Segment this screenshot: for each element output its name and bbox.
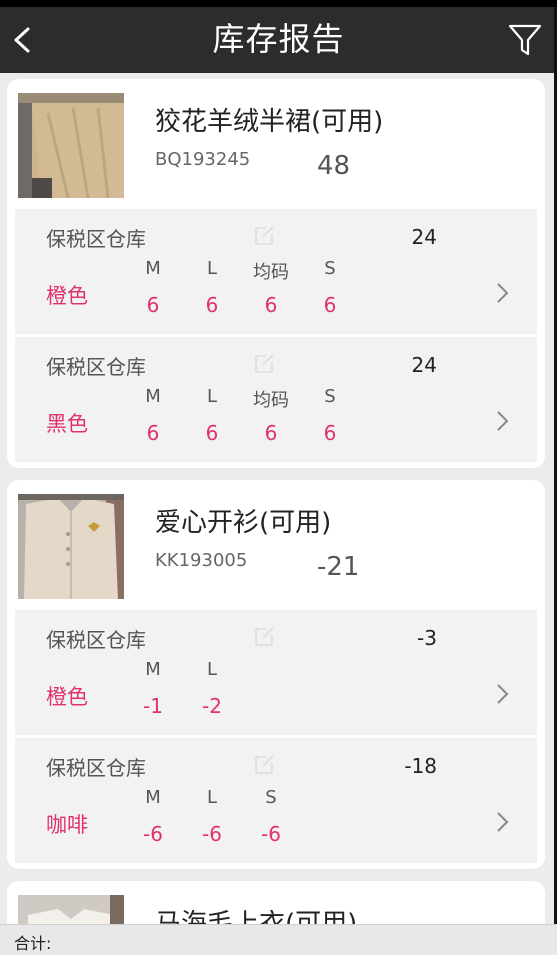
chevron-right-icon[interactable] (495, 810, 509, 834)
edit-icon[interactable] (253, 624, 277, 648)
size-qty: 6 (146, 293, 160, 317)
warehouse-name: 保税区仓库 (46, 756, 146, 780)
warehouse-total: -18 (404, 754, 437, 778)
size-label: 均码 (253, 262, 289, 283)
size-label: S (324, 386, 336, 407)
product-card[interactable]: 马海毛上衣(可用) (7, 881, 545, 924)
size-qty: 6 (205, 293, 219, 317)
app-header: 库存报告 (0, 7, 557, 73)
product-code: KK193005 (155, 550, 248, 571)
color-label: 橙色 (46, 284, 88, 308)
color-label: 咖啡 (46, 813, 88, 837)
size-label: L (206, 787, 218, 808)
filter-icon[interactable] (507, 21, 543, 59)
size-qty: 6 (323, 421, 337, 445)
size-label: M (145, 787, 161, 808)
product-list[interactable]: 狡花羊绒半裙(可用) BQ193245 48 保税区仓库 24 橙色 M L 均… (0, 73, 554, 924)
size-label: M (145, 386, 161, 407)
size-label: M (145, 258, 161, 279)
size-qty: 6 (323, 293, 337, 317)
size-qty: 6 (264, 421, 278, 445)
warehouse-total: 24 (411, 353, 437, 377)
total-label: 合计: (14, 934, 52, 953)
warehouse-row[interactable]: 保税区仓库 -18 咖啡 M L S -6 -6 -6 (15, 738, 537, 863)
status-bar (0, 0, 557, 7)
product-total: 48 (317, 151, 351, 181)
size-label: L (206, 386, 218, 407)
size-qty: -1 (143, 694, 163, 718)
warehouse-row[interactable]: 保税区仓库 24 黑色 M L 均码 S 6 6 6 6 (15, 337, 537, 462)
size-qty: 6 (205, 421, 219, 445)
product-total: -21 (317, 552, 360, 582)
edit-icon[interactable] (253, 223, 277, 247)
warehouse-name: 保税区仓库 (46, 227, 146, 251)
product-name: 狡花羊绒半裙(可用) (155, 107, 384, 137)
product-image (18, 895, 124, 924)
size-label: 均码 (253, 390, 289, 411)
product-card[interactable]: 爱心开衫(可用) KK193005 -21 保税区仓库 -3 橙色 M L -1… (7, 480, 545, 869)
warehouse-total: -3 (417, 626, 437, 650)
warehouse-name: 保税区仓库 (46, 355, 146, 379)
product-name: 马海毛上衣(可用) (155, 909, 358, 924)
size-qty: -2 (202, 694, 222, 718)
size-qty: -6 (143, 822, 163, 846)
chevron-right-icon[interactable] (495, 682, 509, 706)
color-label: 黑色 (46, 412, 88, 436)
size-qty: 6 (264, 293, 278, 317)
size-label: S (324, 258, 336, 279)
edit-icon[interactable] (253, 752, 277, 776)
product-card[interactable]: 狡花羊绒半裙(可用) BQ193245 48 保税区仓库 24 橙色 M L 均… (7, 79, 545, 468)
size-label: L (206, 258, 218, 279)
size-qty: 6 (146, 421, 160, 445)
size-label: M (145, 659, 161, 680)
chevron-right-icon[interactable] (495, 409, 509, 433)
size-qty: -6 (261, 822, 281, 846)
page-title: 库存报告 (212, 20, 345, 58)
warehouse-name: 保税区仓库 (46, 628, 146, 652)
product-image (18, 494, 124, 599)
warehouse-row[interactable]: 保税区仓库 24 橙色 M L 均码 S 6 6 6 6 (15, 209, 537, 334)
size-label: L (206, 659, 218, 680)
chevron-right-icon[interactable] (495, 281, 509, 305)
product-code: BQ193245 (155, 149, 251, 170)
warehouse-total: 24 (411, 225, 437, 249)
edit-icon[interactable] (253, 351, 277, 375)
summary-bar: 合计: (0, 924, 557, 955)
size-qty: -6 (202, 822, 222, 846)
size-label: S (265, 787, 277, 808)
product-image (18, 93, 124, 198)
product-name: 爱心开衫(可用) (155, 508, 332, 538)
color-label: 橙色 (46, 685, 88, 709)
warehouse-row[interactable]: 保税区仓库 -3 橙色 M L -1 -2 (15, 610, 537, 735)
